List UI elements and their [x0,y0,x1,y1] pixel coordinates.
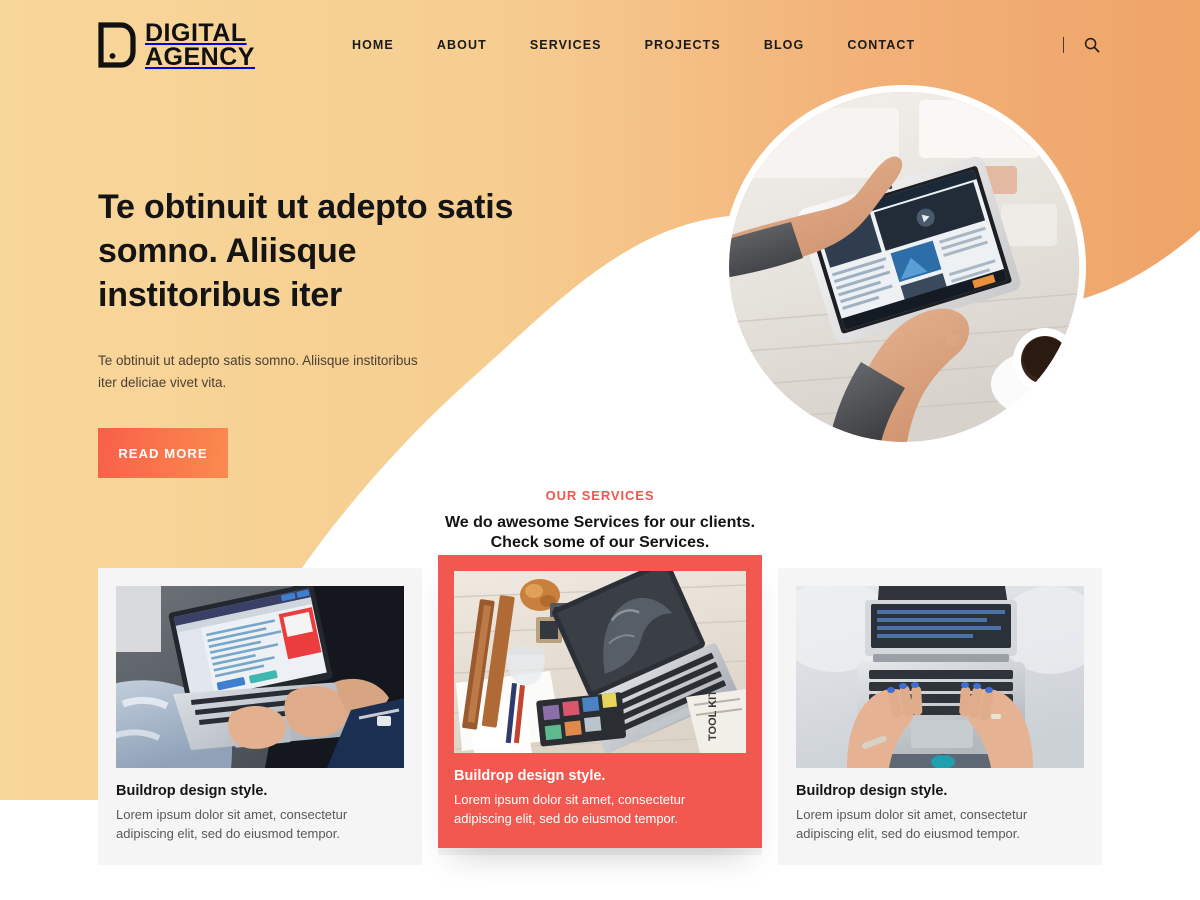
door-tablet-logo-icon [98,22,136,68]
service-card-3[interactable]: Buildrop design style. Lorem ipsum dolor… [778,568,1102,866]
logo-line-1: DIGITAL [145,18,247,47]
service-card-2[interactable]: TOOL KIT Buildrop design style. Lorem ip… [438,555,762,849]
nav-item-services[interactable]: SERVICES [530,38,602,52]
service-card-1-body: Lorem ipsum dolor sit amet, consectetur … [116,807,348,841]
logo[interactable]: DIGITAL AGENCY [98,18,255,71]
service-card-1-image [116,586,404,768]
nav-item-about[interactable]: ABOUT [437,38,487,52]
hero-circular-photo [722,85,1086,449]
hero-copy: Te obtinuit ut adepto satis somno. Aliis… [98,185,518,479]
svg-text:TOOL KIT: TOOL KIT [707,690,719,741]
search-icon [1084,37,1100,53]
search-button[interactable] [1082,35,1102,55]
services-heading-line-1: We do awesome Services for our clients. [444,514,756,531]
header-actions [1062,35,1103,55]
hero-subtitle: Te obtinuit ut adepto satis somno. Aliis… [98,352,418,390]
hero-title: Te obtinuit ut adepto satis somno. Aliis… [98,188,514,315]
desk-flatlay-laptop-tools-photo: TOOL KIT [454,571,746,753]
services-section: OUR SERVICES We do awesome Services for … [0,488,1200,866]
read-more-button[interactable]: READ MORE [98,428,228,479]
site-header: DIGITAL AGENCY HOME ABOUT SERVICES PROJE… [0,0,1200,90]
nav-item-blog[interactable]: BLOG [764,38,805,52]
logo-line-2: AGENCY [145,43,255,71]
service-card-2-title: Buildrop design style. [454,768,606,784]
main-navigation: HOME ABOUT SERVICES PROJECTS BLOG CONTAC… [352,38,915,52]
service-card-1[interactable]: Buildrop design style. Lorem ipsum dolor… [98,568,422,866]
services-heading-line-2: Check some of our Services. [490,534,710,551]
header-divider [1062,37,1064,53]
service-card-2-body: Lorem ipsum dolor sit amet, consectetur … [454,792,686,826]
nav-item-contact[interactable]: CONTACT [847,38,915,52]
services-heading: We do awesome Services for our clients. … [0,513,1200,553]
hands-using-tablet-with-coffee-photo [729,92,1079,442]
man-on-laptop-in-jeans-photo [116,586,404,768]
service-card-1-title: Buildrop design style. [116,783,268,799]
hands-typing-on-macbook-overhead-photo [796,586,1084,768]
service-card-3-body: Lorem ipsum dolor sit amet, consectetur … [796,807,1028,841]
service-card-3-image [796,586,1084,768]
service-card-2-image: TOOL KIT [454,571,746,753]
nav-item-projects[interactable]: PROJECTS [645,38,721,52]
services-eyebrow: OUR SERVICES [545,488,655,503]
service-cards: Buildrop design style. Lorem ipsum dolor… [98,555,1102,866]
nav-item-home[interactable]: HOME [352,38,394,52]
service-card-3-title: Buildrop design style. [796,783,948,799]
